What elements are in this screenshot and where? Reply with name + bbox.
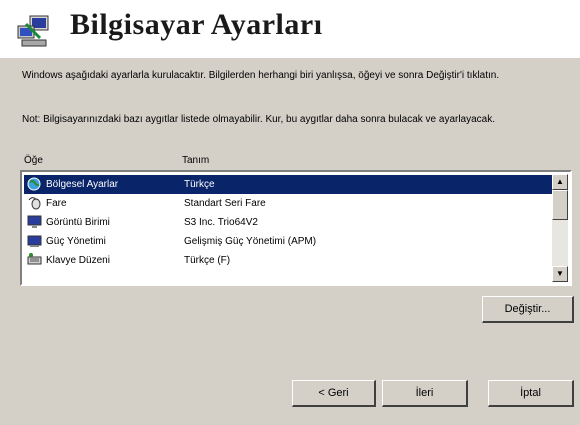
setup-dialog: Bilgisayar Ayarları Windows aşağıdaki ay… (0, 0, 580, 425)
list-item[interactable]: Bölgesel Ayarlar Türkçe (24, 175, 554, 194)
intro-text: Windows aşağıdaki ayarlarla kurulacaktır… (22, 70, 500, 81)
column-header-item[interactable]: Öğe (24, 155, 43, 166)
item-name: Fare (46, 198, 67, 209)
mouse-icon (28, 197, 41, 210)
list-item[interactable]: Klavye Düzeni Türkçe (F) (24, 251, 554, 270)
item-description: Standart Seri Fare (184, 198, 266, 209)
header-panel: Bilgisayar Ayarları (0, 0, 580, 58)
column-header-description[interactable]: Tanım (182, 155, 209, 166)
scroll-up-icon[interactable]: ▲ (552, 174, 568, 190)
vertical-scrollbar[interactable]: ▲ ▼ (552, 174, 568, 282)
item-description: S3 Inc. Trio64V2 (184, 217, 258, 228)
list-item[interactable]: Güç Yönetimi Gelişmiş Güç Yönetimi (APM) (24, 232, 554, 251)
item-description: Gelişmiş Güç Yönetimi (APM) (184, 236, 317, 247)
settings-list[interactable]: Bölgesel Ayarlar Türkçe Fare Standart Se… (20, 170, 572, 286)
list-item[interactable]: Görüntü Birimi S3 Inc. Trio64V2 (24, 213, 554, 232)
change-button[interactable]: Değiştir... (482, 296, 574, 323)
note-text: Not: Bilgisayarınızdaki bazı aygıtlar li… (22, 114, 496, 125)
monitor-icon (27, 215, 42, 228)
cancel-button[interactable]: İptal (488, 380, 574, 407)
item-description: Türkçe (184, 179, 215, 190)
scroll-thumb[interactable] (552, 190, 568, 220)
back-button[interactable]: < Geri (292, 380, 376, 407)
page-title: Bilgisayar Ayarları (70, 8, 323, 41)
item-name: Güç Yönetimi (46, 236, 106, 247)
item-name: Görüntü Birimi (46, 217, 110, 228)
item-name: Klavye Düzeni (46, 255, 110, 266)
item-description: Türkçe (F) (184, 255, 231, 266)
computer-settings-icon (17, 15, 49, 47)
scroll-down-icon[interactable]: ▼ (552, 266, 568, 282)
list-item[interactable]: Fare Standart Seri Fare (24, 194, 554, 213)
keyboard-icon (27, 253, 42, 265)
item-name: Bölgesel Ayarlar (46, 179, 119, 190)
globe-icon (27, 177, 41, 191)
power-icon (27, 235, 42, 247)
next-button[interactable]: İleri (382, 380, 468, 407)
